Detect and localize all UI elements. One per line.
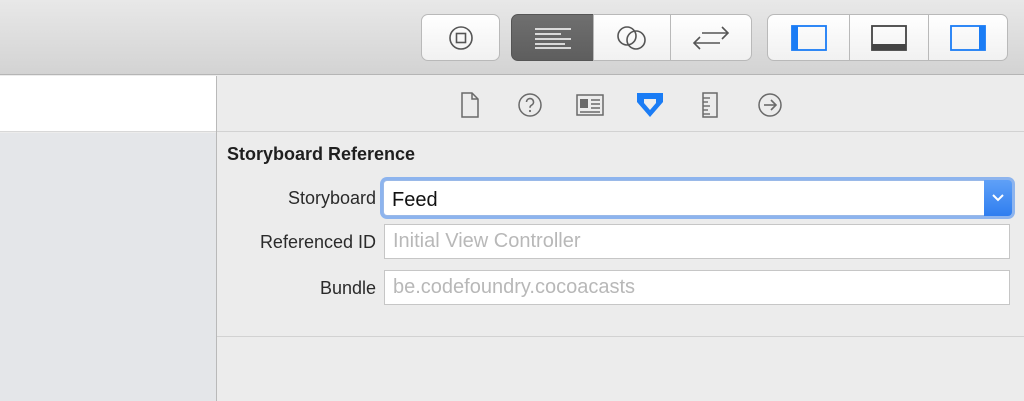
toggle-navigator-button[interactable] bbox=[767, 14, 850, 61]
bundle-label: Bundle bbox=[319, 278, 376, 298]
chevron-down-icon[interactable] bbox=[984, 180, 1012, 216]
version-editor-icon bbox=[692, 25, 730, 50]
stop-button[interactable] bbox=[421, 14, 500, 61]
version-editor-button[interactable] bbox=[670, 14, 752, 61]
help-icon bbox=[517, 92, 543, 118]
toggle-utilities-button[interactable] bbox=[928, 14, 1008, 61]
referenced-id-field-container bbox=[384, 224, 1010, 259]
tab-file-inspector[interactable] bbox=[455, 90, 485, 120]
navigator-filter-area bbox=[0, 76, 216, 132]
navigator-panel bbox=[0, 133, 216, 401]
referenced-id-label: Referenced ID bbox=[259, 232, 376, 252]
storyboard-label: Storyboard bbox=[287, 188, 376, 208]
standard-editor-icon bbox=[534, 27, 572, 49]
bundle-field[interactable] bbox=[385, 271, 1009, 304]
ruler-icon bbox=[701, 92, 719, 118]
standard-editor-button[interactable] bbox=[511, 14, 594, 61]
storyboard-select-value: Feed bbox=[392, 189, 438, 211]
bundle-field-container bbox=[384, 270, 1010, 305]
toggle-debug-area-button[interactable] bbox=[849, 14, 929, 61]
bottom-panel-icon bbox=[871, 24, 907, 51]
tab-connections-inspector[interactable] bbox=[755, 90, 785, 120]
attributes-icon bbox=[635, 91, 665, 119]
right-panel-icon bbox=[950, 24, 986, 51]
section-divider bbox=[217, 336, 1024, 337]
file-icon bbox=[460, 92, 480, 118]
left-panel-icon bbox=[790, 24, 827, 51]
assistant-editor-button[interactable] bbox=[593, 14, 671, 61]
identity-card-icon bbox=[576, 94, 604, 116]
referenced-id-field[interactable] bbox=[385, 225, 1009, 258]
arrow-circle-icon bbox=[757, 92, 783, 118]
section-title: Storyboard Reference bbox=[227, 144, 416, 164]
tab-attributes-inspector[interactable] bbox=[635, 90, 665, 120]
tab-quick-help[interactable] bbox=[515, 90, 545, 120]
inspector-tab-bar bbox=[217, 76, 1024, 132]
storyboard-select[interactable]: Feed bbox=[383, 180, 1012, 216]
stop-icon bbox=[448, 25, 474, 51]
toolbar bbox=[0, 0, 1024, 75]
utilities-inspector: Storyboard Reference Storyboard Feed Ref… bbox=[217, 76, 1024, 401]
tab-identity-inspector[interactable] bbox=[575, 90, 605, 120]
tab-size-inspector[interactable] bbox=[695, 90, 725, 120]
assistant-editor-icon bbox=[615, 25, 649, 51]
